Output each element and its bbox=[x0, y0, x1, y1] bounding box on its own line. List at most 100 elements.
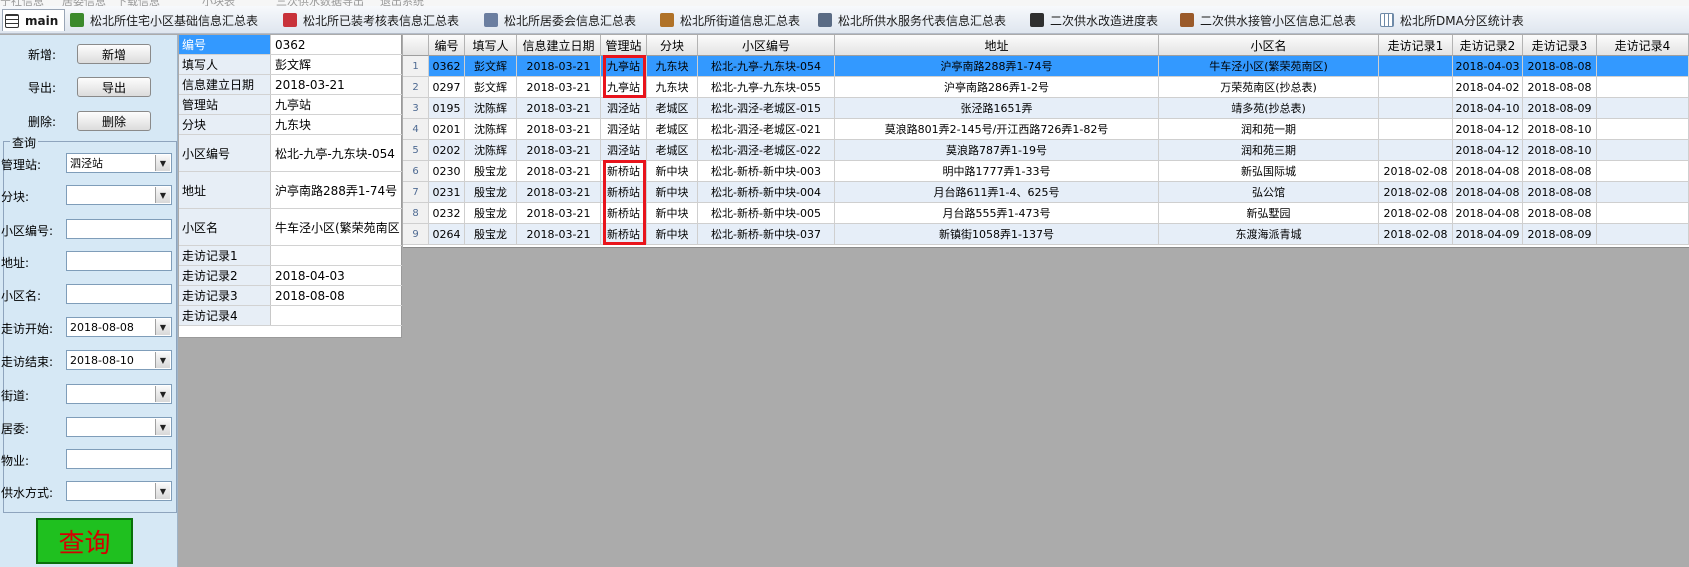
query-field-input[interactable] bbox=[66, 251, 172, 271]
add-button[interactable]: 新增 bbox=[77, 44, 151, 64]
detail-value[interactable]: 沪亭南路288弄1-74号 bbox=[273, 172, 402, 208]
chevron-down-icon[interactable]: ▼ bbox=[155, 483, 170, 499]
column-header[interactable]: 走访记录2 bbox=[1453, 35, 1523, 56]
chevron-down-icon[interactable]: ▼ bbox=[155, 386, 170, 402]
table-cell: 2018-02-08 bbox=[1379, 203, 1453, 224]
detail-value[interactable]: 牛车泾小区(繁荣苑南区 bbox=[273, 209, 402, 245]
table-cell: 新中块 bbox=[647, 224, 698, 245]
table-cell: 2018-03-21 bbox=[517, 56, 601, 77]
book-icon bbox=[70, 13, 84, 27]
row-number[interactable]: 1 bbox=[403, 56, 429, 77]
table-cell: 新桥站 bbox=[601, 224, 647, 245]
column-header[interactable]: 走访记录1 bbox=[1379, 35, 1453, 56]
query-field-combo[interactable]: 2018-08-10 ▼ bbox=[66, 350, 172, 370]
detail-value[interactable]: 2018-08-08 bbox=[273, 286, 402, 305]
column-header[interactable]: 小区名 bbox=[1159, 35, 1379, 56]
table-icon bbox=[1380, 13, 1394, 27]
column-header[interactable]: 走访记录3 bbox=[1523, 35, 1597, 56]
table-cell: 2018-03-21 bbox=[517, 119, 601, 140]
table-cell: 2018-03-21 bbox=[517, 224, 601, 245]
query-field-combo[interactable]: ▼ bbox=[66, 384, 172, 404]
column-header[interactable]: 管理站 bbox=[601, 35, 647, 56]
row-number[interactable]: 6 bbox=[403, 161, 429, 182]
tab-1[interactable]: 松北所住宅小区基础信息汇总表 bbox=[70, 9, 258, 31]
chevron-down-icon[interactable]: ▼ bbox=[155, 155, 170, 171]
detail-value[interactable] bbox=[273, 246, 402, 265]
tab-4[interactable]: 松北所街道信息汇总表 bbox=[660, 9, 800, 31]
chevron-down-icon[interactable]: ▼ bbox=[155, 187, 170, 203]
column-header[interactable]: 填写人 bbox=[465, 35, 517, 56]
query-field-input[interactable] bbox=[66, 284, 172, 304]
chevron-down-icon[interactable]: ▼ bbox=[155, 319, 170, 335]
query-field-combo[interactable]: ▼ bbox=[66, 417, 172, 437]
column-header[interactable]: 地址 bbox=[835, 35, 1159, 56]
tab-0[interactable]: main bbox=[2, 9, 66, 31]
tab-2[interactable]: 松北所已装考核表信息汇总表 bbox=[283, 9, 459, 31]
column-header[interactable]: 信息建立日期 bbox=[517, 35, 601, 56]
table-cell: 2018-04-02 bbox=[1453, 77, 1523, 98]
tab-5[interactable]: 松北所供水服务代表信息汇总表 bbox=[818, 9, 1006, 31]
column-header[interactable]: 小区编号 bbox=[698, 35, 835, 56]
detail-value[interactable]: 彭文辉 bbox=[273, 55, 402, 74]
detail-value[interactable]: 2018-04-03 bbox=[273, 266, 402, 285]
export-label: 导出: bbox=[28, 81, 57, 95]
query-field-input[interactable] bbox=[66, 219, 172, 239]
detail-value[interactable]: 松北-九亭-九东块-054 bbox=[273, 135, 402, 171]
query-field-combo[interactable]: 2018-08-08 ▼ bbox=[66, 317, 172, 337]
delete-button[interactable]: 删除 bbox=[77, 111, 151, 131]
query-field-combo[interactable]: 泗泾站 ▼ bbox=[66, 153, 172, 173]
table-cell: 张泾路1651弄 bbox=[835, 98, 1159, 119]
table-cell bbox=[1379, 140, 1453, 161]
table-cell: 松北-新桥-新中块-037 bbox=[698, 224, 835, 245]
table-cell: 东渡海派青城 bbox=[1159, 224, 1379, 245]
table-cell: 松北-新桥-新中块-004 bbox=[698, 182, 835, 203]
query-field-input[interactable] bbox=[66, 449, 172, 469]
row-number[interactable]: 9 bbox=[403, 224, 429, 245]
chevron-down-icon[interactable]: ▼ bbox=[155, 419, 170, 435]
detail-label: 走访记录1 bbox=[179, 246, 271, 265]
grid-corner[interactable] bbox=[403, 35, 429, 56]
query-field-label: 小区编号: bbox=[1, 224, 54, 238]
table-cell: 沪亭南路288弄1-74号 bbox=[835, 56, 1159, 77]
table-cell: 老城区 bbox=[647, 98, 698, 119]
row-number[interactable]: 7 bbox=[403, 182, 429, 203]
row-number[interactable]: 4 bbox=[403, 119, 429, 140]
table-cell bbox=[1379, 98, 1453, 119]
detail-label: 填写人 bbox=[179, 55, 271, 74]
table-cell bbox=[1379, 119, 1453, 140]
chevron-down-icon[interactable]: ▼ bbox=[155, 352, 170, 368]
row-number[interactable]: 2 bbox=[403, 77, 429, 98]
column-header[interactable]: 编号 bbox=[429, 35, 465, 56]
query-field-combo[interactable]: ▼ bbox=[66, 185, 172, 205]
tab-6[interactable]: 二次供水改造进度表 bbox=[1030, 9, 1158, 31]
tab-3[interactable]: 松北所居委会信息汇总表 bbox=[484, 9, 636, 31]
table-cell: 万荣苑南区(抄总表) bbox=[1159, 77, 1379, 98]
column-header[interactable]: 走访记录4 bbox=[1597, 35, 1689, 56]
detail-value[interactable] bbox=[273, 306, 402, 325]
row-number[interactable]: 5 bbox=[403, 140, 429, 161]
export-button[interactable]: 导出 bbox=[77, 77, 151, 97]
table-cell: 0202 bbox=[429, 140, 465, 161]
detail-value[interactable]: 九亭站 bbox=[273, 95, 402, 114]
tab-label: 松北所DMA分区统计表 bbox=[1400, 13, 1524, 28]
row-number[interactable]: 8 bbox=[403, 203, 429, 224]
tab-8[interactable]: 松北所DMA分区统计表 bbox=[1380, 9, 1524, 31]
table-cell: 九东块 bbox=[647, 77, 698, 98]
tab-label: 二次供水改造进度表 bbox=[1050, 13, 1159, 28]
detail-value[interactable]: 0362 bbox=[273, 35, 402, 54]
tab-label: 松北所街道信息汇总表 bbox=[680, 13, 801, 28]
detail-row: 小区编号 松北-九亭-九东块-054 bbox=[179, 135, 402, 172]
tab-7[interactable]: 二次供水接管小区信息汇总表 bbox=[1180, 9, 1356, 31]
detail-row: 管理站 九亭站 bbox=[179, 95, 402, 115]
detail-value[interactable]: 2018-03-21 bbox=[273, 75, 402, 94]
table-cell: 牛车泾小区(繁荣苑南区) bbox=[1159, 56, 1379, 77]
row-number[interactable]: 3 bbox=[403, 98, 429, 119]
tab-label: 松北所住宅小区基础信息汇总表 bbox=[90, 13, 259, 28]
query-field-combo[interactable]: ▼ bbox=[66, 481, 172, 501]
table-cell: 2018-02-08 bbox=[1379, 224, 1453, 245]
column-header[interactable]: 分块 bbox=[647, 35, 698, 56]
table-cell: 莫浪路801弄2-145号/开江西路726弄1-82号 bbox=[835, 119, 1159, 140]
detail-value[interactable]: 九东块 bbox=[273, 115, 402, 134]
query-button[interactable]: 查询 bbox=[36, 518, 133, 564]
table-cell bbox=[1597, 77, 1689, 98]
